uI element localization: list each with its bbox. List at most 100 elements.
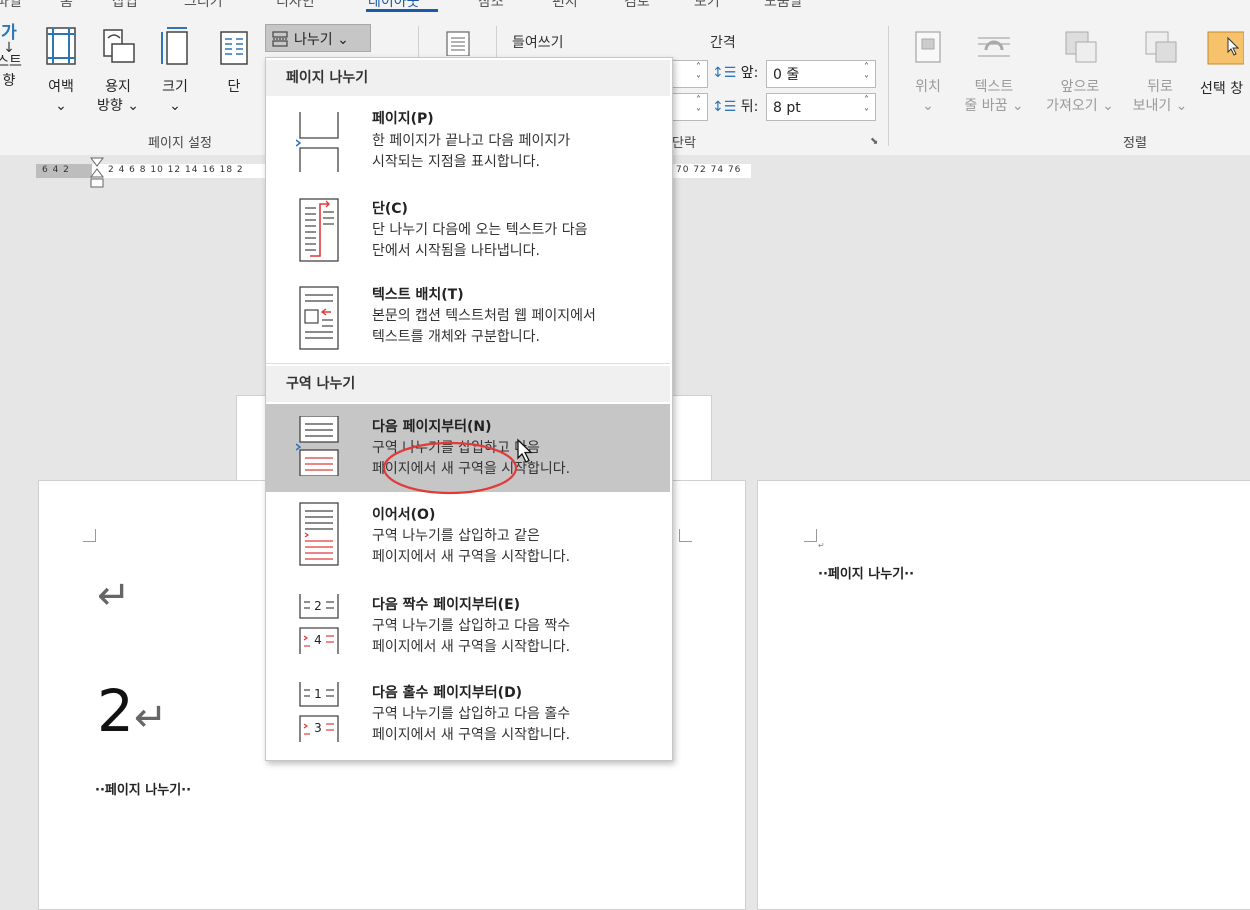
spinner-arrows-icon: ˄ ˅ (864, 62, 869, 86)
selection-pane-button[interactable]: 선택 창 (1200, 30, 1250, 99)
page-break-marker-2: ··페이지 나누기·· (818, 567, 915, 582)
page-breaks-section-header: 페이지 나누기 (266, 60, 670, 96)
wrap-text-button[interactable]: 텍스트 줄 바꿈 ⌄ (956, 30, 1032, 116)
breaks-button[interactable]: 나누기 ⌄ (265, 24, 371, 52)
highlight-circle-annotation (382, 441, 518, 495)
selection-pane-label: 선택 창 (1200, 81, 1244, 97)
svg-text:3: 3 (314, 721, 322, 735)
menu-item-title: 다음 짝수 페이지부터(E) (372, 597, 521, 613)
document-page-2[interactable]: ↵ ··페이지 나누기·· (757, 480, 1250, 910)
space-before-label: ↕☰ 앞: (712, 65, 759, 81)
selection-pane-icon (1207, 31, 1245, 65)
send-backward-icon (1145, 31, 1177, 63)
spinner-arrows-icon: ˄ ˅ (696, 95, 701, 119)
bring-forward-label: 앞으로 (1060, 79, 1100, 95)
tab-home[interactable]: 홈 (60, 0, 73, 11)
menu-item-title: 이어서(O) (372, 507, 436, 523)
space-after-input[interactable]: 8 pt ˄ ˅ (766, 93, 876, 121)
menu-item-page-break[interactable]: 페이지(P) 한 페이지가 끝나고 다음 페이지가 시작되는 지점을 표시합니다. (266, 98, 670, 186)
position-dropdown-chevron: ⌄ (922, 98, 934, 114)
ribbon-tab-strip: 파일 홈 삽입 그리기 디자인 레이아웃 참조 편지 검토 보기 도움말 (0, 0, 1250, 12)
ruler-numbers: 2 4 6 8 10 12 14 16 18 2 (108, 165, 244, 175)
menu-item-even-page-section-break[interactable]: 2 4 다음 짝수 페이지부터(E) 구역 나누기를 삽입하고 다음 짝수 페이지… (266, 584, 670, 672)
group-separator-3 (888, 26, 889, 146)
position-label: 위치 (915, 79, 941, 95)
space-after-icon: ↕☰ (712, 99, 737, 115)
space-before-value: 0 줄 (773, 67, 800, 83)
spinner-arrows-icon: ˄ ˅ (864, 95, 869, 119)
tab-review[interactable]: 검토 (624, 0, 650, 11)
menu-item-title: 페이지(P) (372, 111, 434, 127)
wrap-text-icon (978, 37, 1010, 57)
margins-label: 여백 (48, 79, 74, 95)
arrow-down-icon: ↓ (3, 40, 15, 56)
tab-draw[interactable]: 그리기 (184, 0, 223, 11)
dialog-launcher-icon[interactable]: ⬊ (870, 136, 878, 147)
text-boundary-corner (804, 529, 817, 542)
ruler-numbers-left: 6 4 2 (42, 165, 70, 175)
svg-text:2: 2 (314, 599, 322, 613)
tab-references[interactable]: 참조 (478, 0, 504, 11)
small-paragraph-mark-icon: ↵ (818, 541, 825, 550)
ruler-numbers-right: 70 72 74 76 (676, 165, 742, 175)
space-after-label: ↕☰ 뒤: (712, 99, 759, 115)
send-backward-button[interactable]: 뒤로 보내기 ⌄ (1124, 30, 1196, 116)
bring-forward-icon (1065, 31, 1097, 63)
orientation-label: 용지 (105, 79, 131, 95)
tab-insert[interactable]: 삽입 (112, 0, 138, 11)
indent-right-spinner[interactable]: ˄ ˅ (672, 93, 708, 121)
text-wrapping-break-icon (299, 286, 339, 350)
tab-file[interactable]: 파일 (0, 0, 22, 11)
text-boundary-corner-right (679, 529, 692, 542)
margins-button[interactable]: 여백 ⌄ (40, 26, 82, 116)
orientation-button[interactable]: 용지 방향 ⌄ (92, 26, 144, 116)
breaks-button-label: 나누기 ⌄ (294, 32, 349, 48)
menu-item-text-wrapping-break[interactable]: 텍스트 배치(T) 본문의 캡션 텍스트처럼 웹 페이지에서 텍스트를 개체와 구… (266, 274, 670, 362)
menu-item-continuous-section-break[interactable]: 이어서(O) 구역 나누기를 삽입하고 같은 페이지에서 새 구역을 시작합니다. (266, 494, 670, 582)
indent-marker-icon[interactable] (90, 157, 104, 189)
columns-label: 단 (227, 79, 241, 95)
space-after-value: 8 pt (773, 100, 801, 116)
tab-design[interactable]: 디자인 (276, 0, 315, 11)
menu-item-column-break[interactable]: 단(C) 단 나누기 다음에 오는 텍스트가 다음 단에서 시작됨을 나타냅니다. (266, 186, 670, 274)
spinner-arrows-icon: ˄ ˅ (696, 62, 701, 86)
orientation-icon (103, 29, 135, 63)
menu-divider (266, 363, 670, 364)
page-setup-group-label: 페이지 설정 (148, 136, 212, 151)
space-before-input[interactable]: 0 줄 ˄ ˅ (766, 60, 876, 88)
indent-left-spinner[interactable]: ˄ ˅ (672, 60, 708, 88)
text-direction-button[interactable]: 가 ↓ 스트 향 (0, 24, 24, 91)
send-backward-label: 뒤로 (1147, 79, 1173, 95)
position-button[interactable]: 위치 ⌄ (904, 30, 952, 116)
size-button[interactable]: 크기 ⌄ (154, 26, 196, 116)
text-boundary-corner (83, 529, 96, 542)
bring-forward-button[interactable]: 앞으로 가져오기 ⌄ (1040, 30, 1120, 116)
menu-item-odd-page-section-break[interactable]: 1 3 다음 홀수 페이지부터(D) 구역 나누기를 삽입하고 다음 홀수 페이지… (266, 672, 670, 758)
tab-view[interactable]: 보기 (694, 0, 720, 11)
size-label: 크기 (162, 79, 188, 95)
breaks-dropdown-menu: 페이지 나누기 페이지(P) 한 페이지가 끝나고 다음 페이지가 시작되는 지점… (265, 57, 673, 761)
menu-item-next-page-section-break[interactable]: 다음 페이지부터(N) 구역 나누기를 삽입하고 다음 페이지에서 새 구역을 시… (266, 404, 670, 495)
margins-dropdown-chevron: ⌄ (55, 98, 67, 114)
columns-button[interactable]: 단 (214, 30, 254, 97)
margins-icon (46, 27, 76, 65)
send-backward-label-2: 보내기 ⌄ (1132, 98, 1188, 114)
line-numbers-icon[interactable] (443, 30, 473, 56)
mouse-cursor-icon (517, 438, 533, 463)
page-number-text: 2↵ (97, 677, 168, 745)
wrap-text-label: 텍스트 (974, 79, 1014, 95)
bring-forward-label-2: 가져오기 ⌄ (1046, 98, 1114, 114)
tab-help[interactable]: 도움말 (764, 0, 803, 11)
menu-item-title: 다음 페이지부터(N) (372, 419, 492, 435)
menu-item-title: 단(C) (372, 201, 408, 217)
svg-text:1: 1 (314, 687, 322, 701)
tab-mailings[interactable]: 편지 (552, 0, 578, 11)
position-icon (915, 31, 941, 63)
page-break-icon (296, 112, 339, 172)
menu-item-description: 구역 나누기를 삽입하고 다음 홀수 페이지에서 새 구역을 시작합니다. (372, 706, 571, 743)
odd-page-section-icon: 1 3 (299, 682, 339, 742)
even-page-section-icon: 2 4 (299, 594, 339, 654)
next-page-section-icon (296, 416, 339, 476)
menu-item-title: 텍스트 배치(T) (372, 287, 464, 303)
menu-item-title: 다음 홀수 페이지부터(D) (372, 685, 523, 701)
